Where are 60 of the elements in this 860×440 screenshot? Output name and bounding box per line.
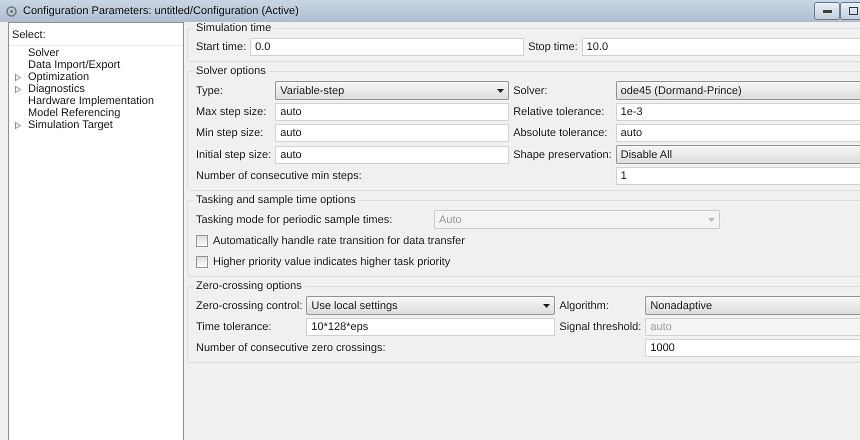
input-field[interactable]: auto — [275, 124, 510, 142]
field-label: Number of consecutive zero crossings: — [196, 341, 387, 356]
field-label: Number of consecutive min steps: — [196, 169, 363, 184]
field-label: Stop time: — [528, 41, 579, 53]
field-label: Time tolerance: — [196, 321, 272, 333]
input-field[interactable]: auto — [275, 103, 510, 121]
field-label: Max step size: — [196, 106, 268, 118]
dropdown[interactable]: Use local settings — [306, 296, 556, 315]
input-field[interactable]: auto — [275, 146, 510, 164]
expand-arrow-icon[interactable] — [15, 86, 21, 92]
field-label: Min step size: — [196, 127, 264, 139]
checkbox-label: Automatically handle rate transition for data transfer — [213, 235, 465, 247]
checkbox-label: Higher priority value indicates higher task priority — [213, 256, 450, 268]
field-label: Zero-crossing control: — [196, 300, 304, 312]
sidebar-item[interactable]: Solver — [28, 47, 60, 59]
caret-icon — [497, 88, 504, 92]
caret-icon — [543, 304, 550, 308]
input-field[interactable]: 10*128*eps — [306, 318, 556, 336]
field-label: Solver: — [513, 84, 548, 96]
input-field[interactable]: 0.0 — [250, 38, 524, 56]
field-label: Absolute tolerance: — [513, 127, 608, 139]
caret-icon — [708, 218, 715, 222]
section-title: Simulation time — [195, 22, 272, 34]
sidebar-item[interactable]: Model Referencing — [28, 107, 120, 119]
field-label: Type: — [196, 84, 224, 96]
sidebar-header: Select: — [9, 27, 183, 46]
minimize-icon — [822, 10, 832, 12]
field-label: Signal threshold: — [559, 321, 642, 333]
expand-arrow-icon[interactable] — [15, 74, 21, 80]
maximize-button[interactable] — [840, 2, 860, 20]
field-label: Algorithm: — [559, 300, 610, 312]
input-field[interactable]: 1000 — [645, 339, 860, 357]
input-field[interactable]: 10.0 — [582, 38, 860, 56]
section-title: Tasking and sample time options — [195, 194, 357, 206]
window-title: Configuration Parameters: untitled/Configuration (Active) — [23, 5, 299, 17]
maximize-icon — [848, 7, 858, 15]
dropdown[interactable]: Variable-step — [275, 81, 510, 100]
expand-arrow-icon[interactable] — [15, 122, 21, 128]
field-label: Initial step size: — [196, 148, 272, 160]
field-label: Tasking mode for periodic sample times: — [196, 212, 394, 228]
sidebar-item[interactable]: Data Import/Export — [28, 59, 120, 71]
checkbox[interactable] — [196, 235, 208, 247]
field-label: Relative tolerance: — [513, 106, 606, 118]
dropdown[interactable]: ode45 (Dormand-Prince) — [616, 81, 860, 100]
input-field[interactable]: auto — [616, 124, 860, 142]
sidebar-item[interactable]: Simulation Target — [28, 119, 113, 131]
dropdown[interactable]: Nonadaptive — [645, 296, 860, 315]
field-label: Shape preservation: — [513, 148, 613, 160]
gear-icon — [6, 6, 17, 16]
sidebar-item[interactable]: Hardware Implementation — [28, 95, 154, 107]
section-title: Solver options — [195, 65, 267, 77]
minimize-button[interactable] — [814, 2, 840, 20]
dropdown[interactable]: Disable All — [616, 145, 860, 164]
field-label: Start time: — [196, 41, 248, 53]
checkbox[interactable] — [196, 256, 208, 268]
input-field[interactable]: 1 — [616, 167, 860, 185]
sidebar-item[interactable]: Optimization — [28, 71, 90, 83]
section-title: Zero-crossing options — [195, 280, 303, 292]
input-field[interactable]: 1e-3 — [616, 103, 860, 121]
sidebar-item[interactable]: Diagnostics — [28, 83, 85, 95]
